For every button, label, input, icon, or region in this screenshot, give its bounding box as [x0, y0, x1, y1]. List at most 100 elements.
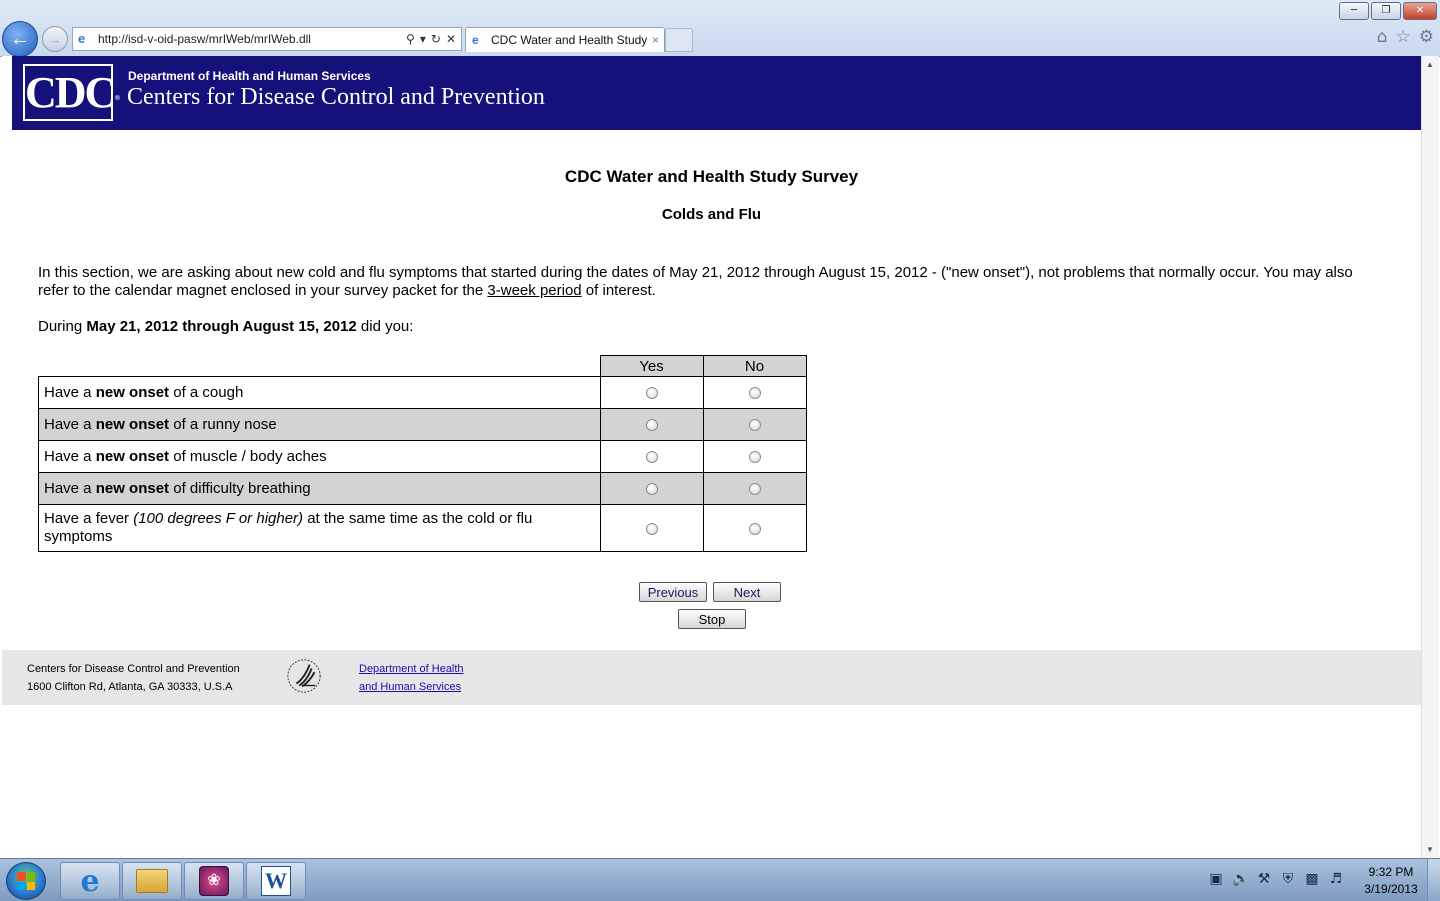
radio-runny-nose-no[interactable]: [748, 419, 761, 432]
ie-tab-icon: e: [472, 33, 479, 47]
folder-icon: [136, 869, 168, 893]
row-label-prefix: Have a: [44, 448, 96, 465]
search-icon[interactable]: ⚲: [406, 32, 415, 46]
row-label-suffix: of difficulty breathing: [169, 480, 311, 497]
row-label-prefix: Have a: [44, 416, 96, 433]
home-icon[interactable]: ⌂: [1377, 27, 1388, 47]
address-bar[interactable]: e http://isd-v-oid-pasw/mrIWeb/mrIWeb.dl…: [72, 27, 462, 51]
volume-icon[interactable]: ♬: [1328, 871, 1344, 887]
internet-explorer-icon: e: [80, 863, 100, 899]
favorites-star-icon[interactable]: ☆: [1396, 27, 1411, 47]
cell-yes: [599, 408, 704, 441]
page-footer: Centers for Disease Control and Preventi…: [2, 650, 1421, 705]
row-label-bold: new onset: [95, 448, 170, 465]
question-prefix: During: [38, 318, 87, 335]
previous-button[interactable]: Previous: [639, 582, 707, 602]
taskbar-app[interactable]: ❀: [184, 862, 244, 900]
system-clock[interactable]: 9:32 PM 3/19/2013: [1356, 864, 1426, 898]
arrow-left-icon: ←: [10, 27, 30, 50]
row-label-suffix: of muscle / body aches: [169, 448, 327, 465]
row-label-fever: Have a fever (100 degrees F or higher) a…: [38, 504, 601, 552]
security-shield-icon[interactable]: ⛨: [1280, 871, 1296, 887]
minimize-button[interactable]: ─: [1339, 2, 1369, 20]
refresh-icon[interactable]: ↻: [431, 32, 441, 46]
table-row: Have a new onset of difficulty breathing: [38, 472, 807, 505]
tab-title: CDC Water and Health Study: [491, 33, 648, 47]
question-text: During May 21, 2012 through August 15, 2…: [38, 318, 413, 335]
grid-header-blank: [39, 356, 601, 377]
footer-address: 1600 Clifton Rd, Atlanta, GA 30333, U.S.…: [27, 681, 233, 693]
window-controls: ─ ❐ ✕: [1339, 2, 1437, 20]
show-desktop-button[interactable]: [1427, 859, 1440, 901]
forward-button[interactable]: →: [42, 26, 68, 52]
symptom-grid: Yes No Have a new onset of a cough Have …: [38, 355, 807, 552]
row-label-bold: new onset: [95, 416, 170, 433]
hhs-link-line1[interactable]: Department of Health: [359, 663, 464, 675]
row-label-prefix: Have a fever: [44, 510, 134, 527]
restore-button[interactable]: ❐: [1371, 2, 1401, 20]
cell-yes: [599, 376, 704, 409]
browser-chrome: ─ ❐ ✕ ← → e http://isd-v-oid-pasw/mrIWeb…: [0, 0, 1440, 57]
word-icon: W: [261, 866, 291, 896]
radio-fever-no[interactable]: [748, 522, 761, 535]
system-tray: ▣ 🔈 ⚒ ⛨ ▩ ♬: [1208, 871, 1344, 887]
footer-org-name: Centers for Disease Control and Preventi…: [27, 663, 240, 675]
intro-text-2: of interest.: [581, 282, 656, 299]
dropdown-icon[interactable]: ▾: [420, 32, 426, 46]
start-button[interactable]: [6, 862, 46, 900]
cell-no: [702, 376, 807, 409]
cdc-banner: CDC ® Department of Health and Human Ser…: [12, 56, 1421, 130]
row-label-prefix: Have a: [44, 480, 96, 497]
radio-runny-nose-yes[interactable]: [645, 419, 658, 432]
section-title: Colds and Flu: [661, 206, 762, 223]
radio-body-aches-no[interactable]: [748, 451, 761, 464]
tab-cdc-water-health[interactable]: e CDC Water and Health Study ×: [465, 27, 665, 52]
monitor-icon[interactable]: ▩: [1304, 871, 1320, 887]
tab-close-icon[interactable]: ×: [652, 33, 659, 47]
cell-yes: [599, 504, 704, 552]
taskbar-file-explorer[interactable]: [122, 862, 182, 900]
row-label-suffix: of a cough: [169, 384, 244, 401]
radio-breathing-yes[interactable]: [645, 483, 658, 496]
scroll-up-icon[interactable]: ▲: [1426, 60, 1434, 69]
survey-title: CDC Water and Health Study Survey: [564, 167, 859, 186]
radio-fever-yes[interactable]: [645, 522, 658, 535]
next-button[interactable]: Next: [713, 582, 781, 602]
taskbar-internet-explorer[interactable]: e: [60, 862, 120, 900]
cell-no: [702, 504, 807, 552]
gear-icon[interactable]: ⚙: [1419, 27, 1434, 47]
page-viewport: CDC ® Department of Health and Human Ser…: [2, 56, 1421, 858]
speaker-icon[interactable]: 🔈: [1232, 871, 1249, 887]
scroll-down-icon[interactable]: ▼: [1426, 845, 1434, 854]
tools-icon[interactable]: ⚒: [1256, 871, 1272, 887]
cell-no: [702, 440, 807, 473]
radio-body-aches-yes[interactable]: [645, 451, 658, 464]
question-dates: May 21, 2012 through August 15, 2012: [86, 318, 357, 335]
clock-date: 3/19/2013: [1364, 882, 1418, 896]
back-button[interactable]: ←: [2, 21, 38, 57]
vertical-scrollbar[interactable]: ▲ ▼: [1421, 56, 1439, 858]
cell-no: [702, 408, 807, 441]
three-week-period-link: 3-week period: [487, 282, 582, 299]
row-label-prefix: Have a: [44, 384, 96, 401]
table-row: Have a new onset of a cough: [38, 376, 807, 409]
browser-tools: ⌂ ☆ ⚙: [1377, 27, 1434, 47]
table-row: Have a new onset of muscle / body aches: [38, 440, 807, 473]
cdc-logo-text: CDC: [25, 68, 116, 117]
cdc-logo: CDC ®: [23, 64, 120, 121]
radio-cough-yes[interactable]: [645, 387, 658, 400]
table-row: Have a new onset of a runny nose: [38, 408, 807, 441]
taskbar-word[interactable]: W: [246, 862, 306, 900]
row-label-bold: new onset: [95, 384, 170, 401]
new-tab-button[interactable]: [665, 28, 693, 52]
network-icon[interactable]: ▣: [1208, 871, 1224, 887]
hhs-link-line2[interactable]: and Human Services: [359, 681, 461, 693]
close-window-button[interactable]: ✕: [1403, 2, 1437, 20]
radio-cough-no[interactable]: [748, 387, 761, 400]
row-label-bold: new onset: [95, 480, 170, 497]
radio-breathing-no[interactable]: [748, 483, 761, 496]
column-header-no: No: [702, 355, 807, 377]
url-text[interactable]: http://isd-v-oid-pasw/mrIWeb/mrIWeb.dll: [98, 32, 406, 46]
stop-icon[interactable]: ✕: [446, 32, 456, 46]
stop-button[interactable]: Stop: [678, 609, 746, 629]
